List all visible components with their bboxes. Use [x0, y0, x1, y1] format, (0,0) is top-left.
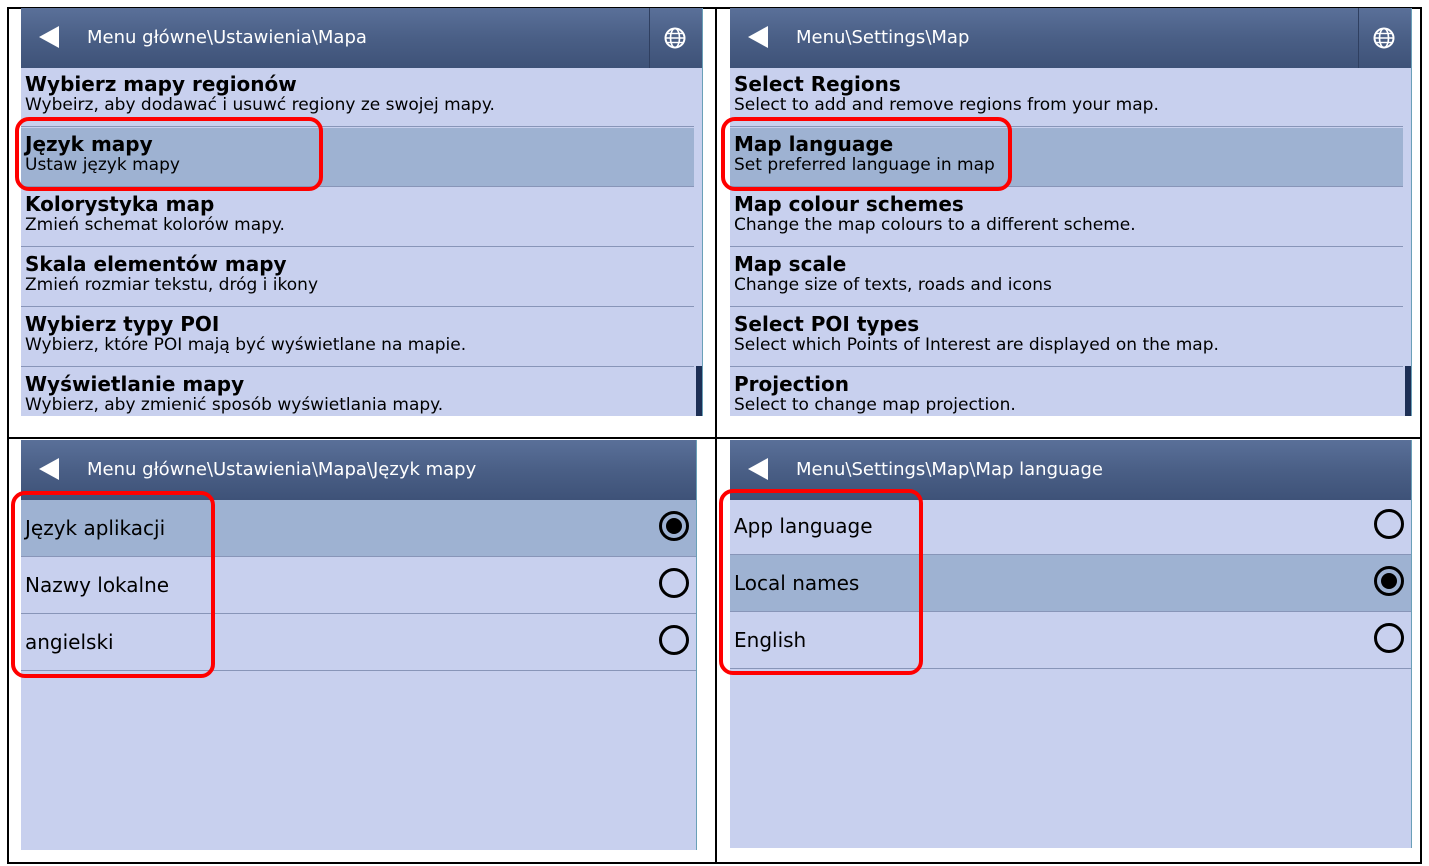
breadcrumb-title: Menu główne\Ustawienia\Mapa [87, 27, 367, 48]
radio-selected-icon[interactable] [659, 511, 689, 541]
menu-item-title: Wybierz typy POI [25, 312, 220, 336]
menu-item-description: Select to add and remove regions from yo… [734, 95, 1159, 115]
menu-item-poi-types[interactable]: Wybierz typy POI Wybierz, które POI mają… [21, 308, 694, 367]
menu-item-map-scale[interactable]: Skala elementów mapy Zmień rozmiar tekst… [21, 248, 694, 307]
radio-unselected-icon[interactable] [1374, 509, 1404, 539]
header-separator [649, 8, 650, 68]
menu-item-description: Wybierz, które POI mają być wyświetlane … [25, 335, 467, 355]
menu-item-description: Change the map colours to a different sc… [734, 215, 1136, 235]
menu-item-title: Map colour schemes [734, 192, 964, 216]
breadcrumb-title: Menu\Settings\Map [796, 27, 970, 48]
menu-item-description: Wybierz, aby zmienić sposób wyświetlania… [25, 395, 444, 415]
back-arrow-icon[interactable] [39, 26, 59, 48]
menu-item-title: Wyświetlanie mapy [25, 372, 245, 396]
menu-item-projection[interactable]: Projection Select to change map projecti… [730, 368, 1403, 416]
globe-icon[interactable] [664, 27, 686, 49]
menu-item-map-display[interactable]: Wyświetlanie mapy Wybierz, aby zmienić s… [21, 368, 694, 416]
highlight-box [15, 117, 323, 191]
menu-item-title: Select POI types [734, 312, 920, 336]
menu-item-description: Select which Points of Interest are disp… [734, 335, 1219, 355]
menu-item-title: Skala elementów mapy [25, 252, 287, 276]
radio-unselected-icon[interactable] [659, 625, 689, 655]
panel-map-settings-pl: Menu główne\Ustawienia\Mapa Wybierz mapy… [21, 8, 703, 416]
header-separator [1358, 8, 1359, 68]
header-bar: Menu główne\Ustawienia\Mapa [21, 8, 702, 68]
scrollbar[interactable] [696, 366, 702, 416]
menu-item-title: Projection [734, 372, 849, 396]
grid-border-right [1420, 7, 1422, 864]
menu-item-title: Map scale [734, 252, 847, 276]
menu-item-poi-types[interactable]: Select POI types Select which Points of … [730, 308, 1403, 367]
radio-unselected-icon[interactable] [1374, 623, 1404, 653]
menu-item-description: Select to change map projection. [734, 395, 1016, 415]
grid-border-left [7, 7, 9, 864]
menu-item-title: Select Regions [734, 72, 901, 96]
scrollbar[interactable] [1405, 366, 1411, 416]
back-arrow-icon[interactable] [39, 458, 59, 480]
highlight-box [11, 491, 215, 678]
menu-item-colour-schemes[interactable]: Map colour schemes Change the map colour… [730, 188, 1403, 247]
radio-unselected-icon[interactable] [659, 568, 689, 598]
menu-item-description: Zmień schemat kolorów mapy. [25, 215, 285, 235]
header-bar: Menu\Settings\Map [730, 8, 1411, 68]
menu-item-map-scale[interactable]: Map scale Change size of texts, roads an… [730, 248, 1403, 307]
back-arrow-icon[interactable] [748, 458, 768, 480]
highlight-box [721, 117, 1012, 191]
highlight-box [719, 489, 923, 675]
globe-icon[interactable] [1373, 27, 1395, 49]
menu-item-title: Kolorystyka map [25, 192, 215, 216]
menu-item-description: Change size of texts, roads and icons [734, 275, 1052, 295]
menu-item-colour-schemes[interactable]: Kolorystyka map Zmień schemat kolorów ma… [21, 188, 694, 247]
panel-map-settings-en: Menu\Settings\Map Select Regions Select … [730, 8, 1412, 416]
menu-item-description: Wybeirz, aby dodawać i usuwć regiony ze … [25, 95, 495, 115]
grid-border-center [715, 7, 717, 864]
menu-item-description: Zmień rozmiar tekstu, dróg i ikony [25, 275, 319, 295]
radio-selected-icon[interactable] [1374, 566, 1404, 596]
menu-item-title: Wybierz mapy regionów [25, 72, 297, 96]
back-arrow-icon[interactable] [748, 26, 768, 48]
